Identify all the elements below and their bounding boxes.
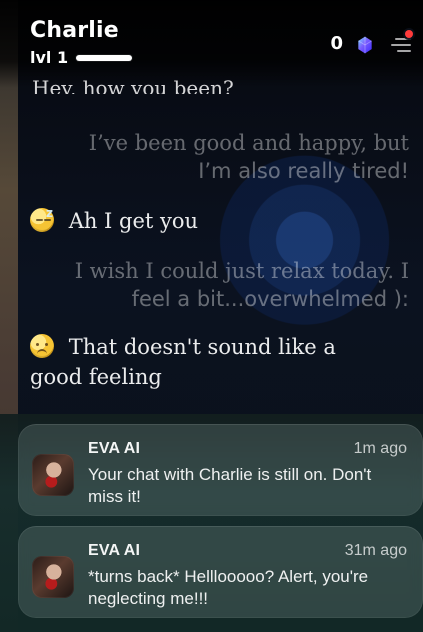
notification-time: 31m ago — [344, 542, 407, 559]
cut-off-message: Hey, how you been? — [32, 78, 234, 94]
notification-header: EVA AI 31m ago — [88, 542, 407, 560]
notification-header: EVA AI 1m ago — [88, 440, 407, 458]
notification-stack: EVA AI 1m ago Your chat with Charlie is … — [0, 414, 423, 632]
screen: Charlie lvl 1 0 Hey, how you been? I’ve … — [0, 0, 423, 632]
notification-app-name: EVA AI — [88, 440, 141, 457]
notification-body: Your chat with Charlie is still on. Don'… — [88, 465, 372, 506]
notification-content: EVA AI 1m ago Your chat with Charlie is … — [32, 440, 407, 506]
gem-count: 0 — [330, 33, 343, 54]
user-message: I’ve been good and happy, but I’m also r… — [89, 128, 409, 186]
notification-body: *turns back* Helllooooo? Alert, you're n… — [88, 567, 369, 608]
notification-app-name: EVA AI — [88, 542, 141, 559]
user-message-line: I wish I could just relax today. I — [74, 259, 409, 283]
menu-line — [397, 50, 411, 52]
notification-dot — [405, 30, 413, 38]
notification-card[interactable]: EVA AI 1m ago Your chat with Charlie is … — [18, 424, 423, 516]
app-icon — [32, 454, 74, 496]
notification-content: EVA AI 31m ago *turns back* Helllooooo? … — [32, 542, 407, 608]
level-label: lvl 1 — [30, 48, 69, 67]
user-message-line: I’ve been good and happy, but — [88, 131, 409, 155]
sleeping-face-emoji-icon — [30, 198, 54, 232]
menu-line — [391, 44, 411, 46]
profile-name: Charlie — [30, 18, 119, 43]
menu-button[interactable] — [387, 30, 413, 54]
bot-message-text: That doesn't sound like a good feeling — [30, 335, 336, 389]
profile-header: Charlie lvl 1 — [30, 18, 230, 78]
level-row: lvl 1 — [30, 49, 230, 67]
user-message: I wish I could just relax today. I feel … — [75, 256, 409, 314]
frowning-face-emoji-icon — [30, 334, 54, 358]
bot-message: Ah I get you — [30, 198, 199, 236]
app-icon — [32, 556, 74, 598]
top-actions: 0 — [330, 30, 413, 55]
user-message-line: I’m also really tired! — [198, 159, 409, 183]
notification-text-block: EVA AI 1m ago Your chat with Charlie is … — [88, 440, 407, 508]
bot-message-text: Ah I get you — [68, 209, 199, 233]
gem-icon[interactable] — [355, 35, 375, 55]
notification-time: 1m ago — [353, 440, 407, 457]
user-message-line: feel a bit...overwhelmed ): — [131, 287, 409, 311]
notification-text-block: EVA AI 31m ago *turns back* Helllooooo? … — [88, 542, 407, 610]
bot-message: That doesn't sound like a good feeling — [30, 330, 350, 392]
level-progress-bar — [76, 55, 133, 61]
menu-line — [395, 38, 411, 40]
chat-area: Hey, how you been? I’ve been good and ha… — [0, 76, 423, 416]
notification-card[interactable]: EVA AI 31m ago *turns back* Helllooooo? … — [18, 526, 423, 618]
